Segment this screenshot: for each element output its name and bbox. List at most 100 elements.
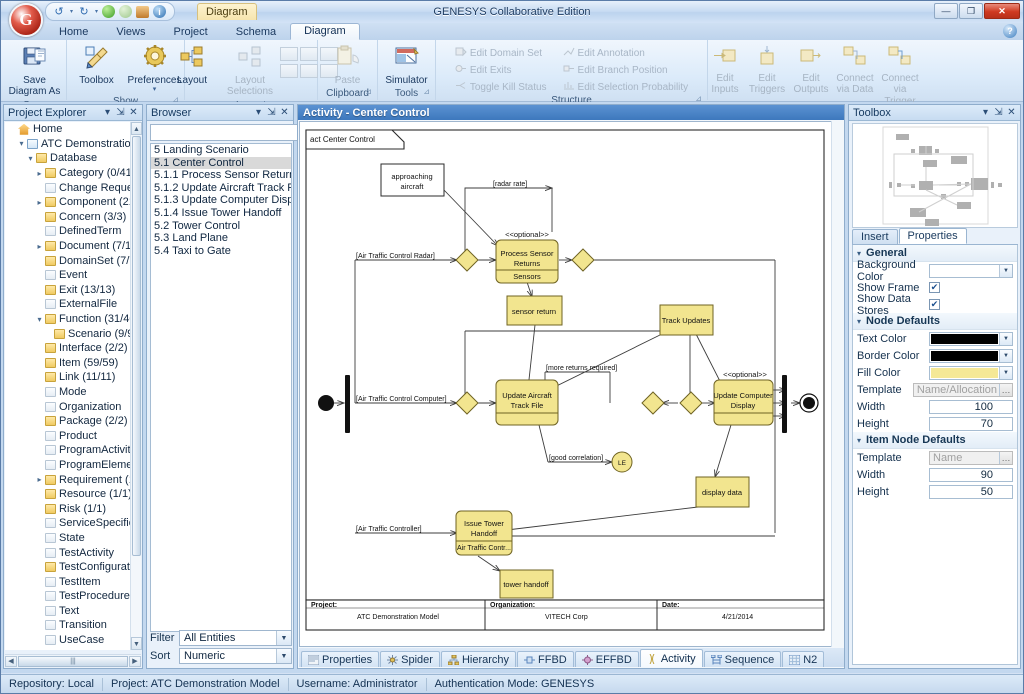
project-explorer-close-icon[interactable]: ✕ xyxy=(127,107,140,118)
scroll-left-arrow-icon[interactable]: ◀ xyxy=(5,656,17,667)
close-button[interactable]: ✕ xyxy=(984,3,1020,19)
diagram-canvas[interactable]: act Center Control xyxy=(299,121,843,647)
view-tab-effbd[interactable]: EFFBD xyxy=(575,651,639,667)
node-update-aircraft-track-file[interactable]: Update Aircraft Track File xyxy=(496,380,558,425)
view-tab-n2[interactable]: N2 xyxy=(782,651,824,667)
property-field[interactable]: Name/Allocation… xyxy=(913,383,1013,397)
node-display-data[interactable]: display data xyxy=(696,477,749,507)
scroll-down-arrow-icon[interactable]: ▼ xyxy=(131,637,142,650)
view-tab-activity[interactable]: Activity xyxy=(640,649,703,667)
tree-node[interactable]: UseCase xyxy=(5,633,141,648)
tree-node[interactable]: Link (11/11) xyxy=(5,370,141,385)
tree-node[interactable]: DefinedTerm xyxy=(5,224,141,239)
property-field[interactable]: 100 xyxy=(929,400,1013,414)
tree-node[interactable]: State xyxy=(5,531,141,546)
tree-node[interactable]: Item (59/59) xyxy=(5,356,141,371)
tree-node[interactable]: Interface (2/2) xyxy=(5,341,141,356)
tree-node[interactable]: TestActivity xyxy=(5,545,141,560)
browser-list-item[interactable]: 5.2 Tower Control xyxy=(151,220,291,233)
diagram-thumbnail-preview[interactable] xyxy=(852,123,1018,228)
tree-node[interactable]: Change Request P xyxy=(5,180,141,195)
browser-close-icon[interactable]: ✕ xyxy=(278,107,291,118)
tree-node[interactable]: ▾Function (31/40) xyxy=(5,312,141,327)
chevron-down-icon[interactable]: ▼ xyxy=(999,333,1012,345)
scroll-up-arrow-icon[interactable]: ▲ xyxy=(131,122,142,135)
project-explorer-vscrollbar[interactable]: ▲ ▼ xyxy=(130,122,141,650)
checkbox[interactable]: ✔ xyxy=(929,282,940,293)
property-field[interactable]: ▼ xyxy=(929,332,1013,346)
gray-orb-icon[interactable] xyxy=(119,5,132,18)
tree-expand-icon[interactable]: ▸ xyxy=(34,169,45,178)
tree-node[interactable]: VerificationEvent xyxy=(5,647,141,650)
property-field[interactable]: ▼ xyxy=(929,264,1013,278)
tree-node[interactable]: Transition xyxy=(5,618,141,633)
initial-node[interactable] xyxy=(318,395,334,411)
tree-node[interactable]: Text xyxy=(5,604,141,619)
tree-node[interactable]: ▸Document (7/12) xyxy=(5,239,141,254)
toolbox-close-icon[interactable]: ✕ xyxy=(1005,107,1018,118)
tree-node[interactable]: Mode xyxy=(5,385,141,400)
ellipsis-button-icon[interactable]: … xyxy=(999,384,1012,396)
tree-expand-icon[interactable]: ▸ xyxy=(34,475,45,484)
tree-node[interactable]: ▾Database xyxy=(5,151,141,166)
sort-chevron-down-icon[interactable]: ▼ xyxy=(276,649,291,663)
app-menu-orb[interactable]: G xyxy=(9,3,43,37)
tree-node[interactable]: Package (2/2) xyxy=(5,414,141,429)
browser-list-item[interactable]: 5.1.4 Issue Tower Handoff xyxy=(151,207,291,220)
chevron-down-icon[interactable]: ▾ xyxy=(857,249,861,258)
hscroll-thumb[interactable]: ||| xyxy=(18,656,128,667)
join-bar-right[interactable] xyxy=(782,375,787,433)
chevron-down-icon[interactable]: ▼ xyxy=(999,367,1012,379)
tree-expand-collapse-icon[interactable]: ▾ xyxy=(16,139,27,148)
help-icon[interactable]: ? xyxy=(1003,24,1017,38)
browser-list-item[interactable]: 5.1 Center Control xyxy=(151,157,291,170)
undo-icon[interactable]: ↺ xyxy=(52,5,66,19)
tree-node[interactable]: TestConfiguration xyxy=(5,560,141,575)
document-tab-diagram[interactable]: Diagram xyxy=(197,3,257,20)
node-tower-handoff[interactable]: tower handoff xyxy=(500,570,553,598)
node-update-computer-display[interactable]: <<optional>> Update Computer Display xyxy=(713,370,773,425)
minimize-button[interactable]: — xyxy=(934,3,958,19)
tree-expand-collapse-icon[interactable]: ▾ xyxy=(25,154,36,163)
node-process-sensor-returns[interactable]: <<optional>> Process Sensor Returns Sens… xyxy=(496,230,558,283)
toolbox-menu-icon[interactable]: ▾ xyxy=(979,107,992,118)
ribbon-tab-diagram[interactable]: Diagram xyxy=(290,23,360,40)
browser-list-item[interactable]: 5.4 Taxi to Gate xyxy=(151,245,291,258)
tree-node[interactable]: TestItem xyxy=(5,574,141,589)
browser-list-item[interactable]: 5 Landing Scenario xyxy=(151,144,291,157)
properties-section-header[interactable]: ▾Item Node Defaults xyxy=(853,432,1017,449)
undo-chevron-down-icon[interactable]: ▾ xyxy=(70,8,73,15)
view-tab-sequence[interactable]: Sequence xyxy=(704,651,782,667)
tree-node[interactable]: Product xyxy=(5,428,141,443)
node-track-updates[interactable]: Track Updates xyxy=(660,305,713,335)
activity-diagram-svg[interactable]: act Center Control xyxy=(300,122,832,646)
property-field[interactable]: 90 xyxy=(929,468,1013,482)
tree-node[interactable]: TestProcedure xyxy=(5,589,141,604)
book-icon[interactable] xyxy=(136,6,149,18)
fork-bar-left[interactable] xyxy=(345,375,350,433)
property-field[interactable]: ▼ xyxy=(929,366,1013,380)
tree-node[interactable]: Home xyxy=(5,122,141,137)
property-field[interactable]: 50 xyxy=(929,485,1013,499)
scroll-thumb[interactable] xyxy=(132,136,141,556)
tree-expand-collapse-icon[interactable]: ▾ xyxy=(34,315,45,324)
redo-chevron-down-icon[interactable]: ▾ xyxy=(95,8,98,15)
tools-dialog-launcher-icon[interactable]: ⊿ xyxy=(423,87,430,96)
tree-node[interactable]: ExternalFile xyxy=(5,297,141,312)
ribbon-tab-project[interactable]: Project xyxy=(160,24,222,40)
diagram-view-tabs[interactable]: PropertiesSpiderHierarchyFFBDEFFBDActivi… xyxy=(299,648,844,667)
tree-expand-icon[interactable]: ▸ xyxy=(34,198,45,207)
project-explorer-pin-icon[interactable]: ⇲ xyxy=(114,107,127,118)
browser-entity-list[interactable]: 5 Landing Scenario5.1 Center Control 5.1.… xyxy=(150,143,292,632)
tree-node[interactable]: ServiceSpecificatic xyxy=(5,516,141,531)
scroll-right-arrow-icon[interactable]: ▶ xyxy=(129,656,141,667)
tab-properties[interactable]: Properties xyxy=(899,228,967,244)
property-field[interactable]: Name… xyxy=(929,451,1013,465)
save-diagram-as-button[interactable]: Save Diagram As xyxy=(7,43,63,100)
view-tab-ffbd[interactable]: FFBD xyxy=(517,651,574,667)
info-icon[interactable]: i xyxy=(153,5,166,18)
properties-section-header[interactable]: ▾Node Defaults xyxy=(853,313,1017,330)
toolbox-pin-icon[interactable]: ⇲ xyxy=(992,107,1005,118)
tree-node[interactable]: Resource (1/1) xyxy=(5,487,141,502)
node-exit-le[interactable]: LE xyxy=(612,452,632,472)
